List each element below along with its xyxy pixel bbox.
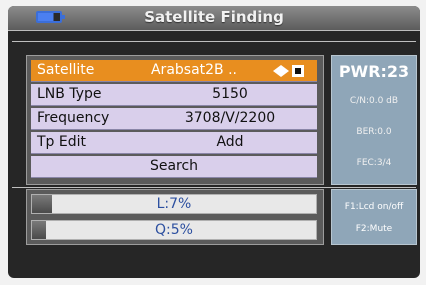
pwr-readout: PWR:23 bbox=[338, 62, 410, 81]
quality-text: Q:5% bbox=[155, 222, 193, 238]
divider bbox=[12, 187, 416, 188]
frequency-label: Frequency bbox=[37, 110, 110, 126]
divider bbox=[12, 41, 416, 42]
level-text: L:7% bbox=[156, 196, 192, 212]
frequency-value: 3708/V/2200 bbox=[184, 110, 276, 126]
satellite-value: Arabsat2B .. bbox=[150, 62, 238, 78]
fec-readout: FEC:3/4 bbox=[356, 158, 392, 168]
signal-bars: L:7% Q:5% bbox=[26, 189, 324, 245]
left-right-arrows-icon[interactable] bbox=[273, 65, 305, 77]
f1-key-hint[interactable]: F1:Lcd on/off bbox=[332, 202, 416, 212]
tp-edit-label: Tp Edit bbox=[37, 134, 86, 150]
settings-panel: Satellite Arabsat2B .. LNB Type 5150 Fre… bbox=[26, 55, 324, 185]
menu-row-tp-edit[interactable]: Tp Edit Add bbox=[31, 132, 317, 154]
satellite-label: Satellite bbox=[37, 62, 95, 78]
title-bar: Satellite Finding bbox=[8, 6, 420, 31]
signal-info-panel: PWR:23 C/N:0.0 dB BER:0.0 FEC:3/4 bbox=[331, 55, 417, 185]
search-label: Search bbox=[149, 158, 199, 174]
menu-row-lnb-type[interactable]: LNB Type 5150 bbox=[31, 84, 317, 106]
search-button[interactable]: Search bbox=[31, 156, 317, 178]
function-keys-panel: F1:Lcd on/off F2:Mute bbox=[331, 189, 417, 245]
page-title: Satellite Finding bbox=[144, 8, 284, 26]
lnb-type-label: LNB Type bbox=[37, 86, 102, 102]
cn-readout: C/N:0.0 dB bbox=[349, 96, 399, 106]
tp-edit-value: Add bbox=[216, 134, 244, 150]
finder-screen: Satellite Finding Satellite Arabsat2B ..… bbox=[8, 6, 420, 278]
quality-bar: Q:5% bbox=[31, 220, 317, 240]
menu-row-satellite[interactable]: Satellite Arabsat2B .. bbox=[31, 60, 317, 82]
f2-key-hint[interactable]: F2:Mute bbox=[332, 224, 416, 234]
lnb-type-value: 5150 bbox=[212, 86, 248, 102]
level-bar: L:7% bbox=[31, 194, 317, 214]
ber-readout: BER:0.0 bbox=[356, 127, 392, 137]
menu-row-frequency[interactable]: Frequency 3708/V/2200 bbox=[31, 108, 317, 130]
